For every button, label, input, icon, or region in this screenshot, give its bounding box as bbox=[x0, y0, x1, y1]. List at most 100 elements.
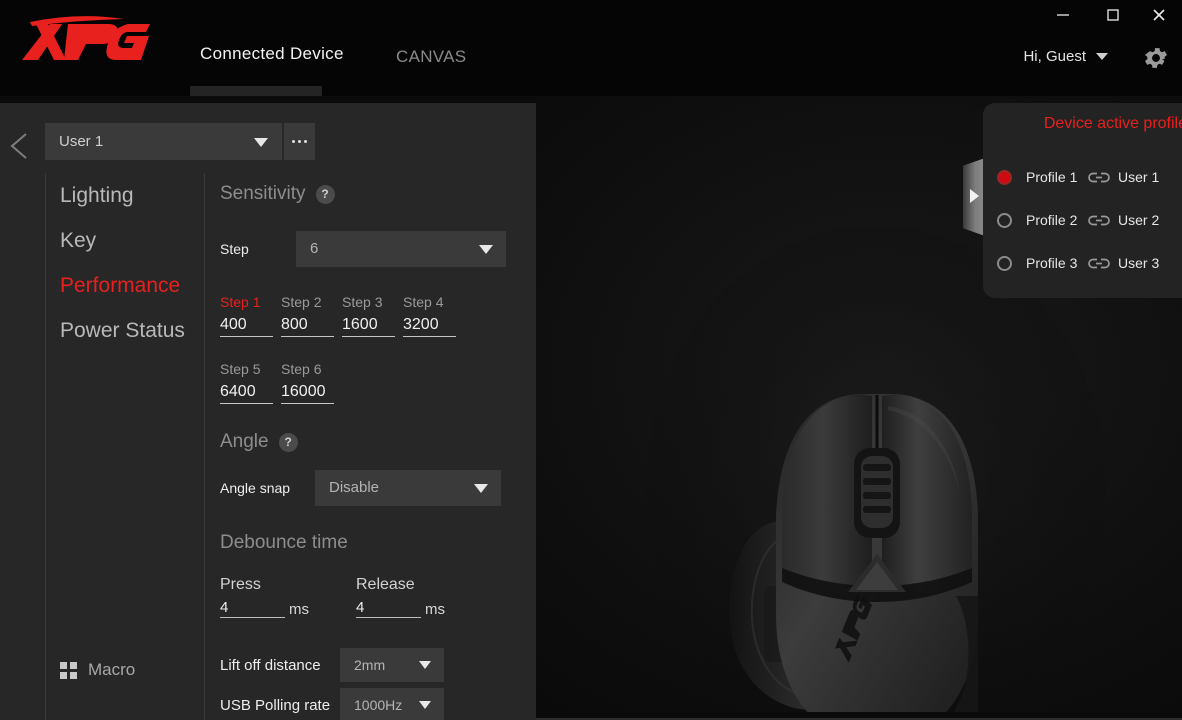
settings-nav: Lighting Key Performance Power Status bbox=[60, 182, 200, 362]
maximize-button[interactable] bbox=[1090, 0, 1136, 30]
radio-profile-3[interactable] bbox=[997, 255, 1012, 271]
gear-icon[interactable] bbox=[1142, 44, 1170, 72]
radio-profile-2[interactable] bbox=[997, 212, 1012, 228]
polling-rate-select[interactable]: 1000Hz bbox=[340, 688, 444, 720]
step-count-value: 6 bbox=[310, 240, 319, 257]
debounce-release-input[interactable]: 4 bbox=[356, 599, 421, 618]
macro-button[interactable]: Macro bbox=[60, 660, 135, 680]
profile-panel-toggle[interactable] bbox=[963, 158, 985, 236]
lift-off-value: 2mm bbox=[354, 657, 386, 673]
profile-select[interactable]: User 1 bbox=[45, 123, 282, 160]
sidebar-item-power-status[interactable]: Power Status bbox=[60, 317, 200, 344]
sidebar-item-lighting[interactable]: Lighting bbox=[60, 182, 200, 209]
lift-off-select[interactable]: 2mm bbox=[340, 648, 444, 682]
chevron-down-icon bbox=[419, 701, 431, 709]
app-window: Connected Device CANVAS Hi, Guest User 1… bbox=[0, 0, 1182, 720]
debounce-release-cell: Release 4 ms bbox=[356, 576, 445, 618]
sidebar-item-key[interactable]: Key bbox=[60, 227, 200, 254]
step-value-6[interactable]: 16000 bbox=[281, 383, 334, 404]
sensitivity-title: Sensitivity bbox=[220, 183, 306, 204]
account-label: Hi, Guest bbox=[1023, 48, 1086, 65]
profile-row-1[interactable]: Profile 1 User 1 bbox=[997, 169, 1182, 185]
polling-rate-value: 1000Hz bbox=[354, 697, 403, 713]
profile-user-2: User 2 bbox=[1118, 212, 1160, 228]
link-icon bbox=[1086, 256, 1112, 271]
xpg-logo bbox=[16, 14, 156, 62]
angle-snap-row: Angle snap Disable bbox=[220, 470, 520, 506]
debounce-press-input[interactable]: 4 bbox=[220, 599, 285, 618]
chevron-down-icon bbox=[254, 138, 268, 147]
question-icon[interactable]: ? bbox=[278, 432, 298, 452]
polling-rate-row: USB Polling rate 1000Hz bbox=[220, 688, 520, 720]
step-cell-3: Step 3 1600 bbox=[342, 294, 403, 337]
profile-user-1: User 1 bbox=[1118, 169, 1160, 185]
profile-bar: User 1 bbox=[45, 123, 315, 160]
step-value-1[interactable]: 400 bbox=[220, 316, 273, 337]
panel-divider-right bbox=[204, 173, 205, 720]
step-label: Step bbox=[220, 241, 249, 257]
sidebar-item-performance[interactable]: Performance bbox=[60, 272, 200, 299]
debounce-release-label: Release bbox=[356, 576, 415, 593]
debounce-release-unit: ms bbox=[425, 601, 445, 618]
link-icon bbox=[1086, 170, 1112, 185]
chevron-down-icon bbox=[1096, 53, 1108, 60]
angle-snap-select[interactable]: Disable bbox=[315, 470, 501, 506]
account-menu[interactable]: Hi, Guest bbox=[1023, 48, 1108, 65]
tab-connected-device[interactable]: Connected Device bbox=[190, 40, 354, 78]
step-name-3: Step 3 bbox=[342, 294, 383, 310]
chevron-down-icon bbox=[474, 484, 488, 493]
polling-rate-label: USB Polling rate bbox=[220, 696, 331, 714]
step-cell-2: Step 2 800 bbox=[281, 294, 342, 337]
question-icon[interactable]: ? bbox=[315, 184, 335, 204]
tab-canvas[interactable]: CANVAS bbox=[386, 43, 476, 81]
ellipsis-icon bbox=[292, 140, 295, 143]
angle-snap-label: Angle snap bbox=[220, 480, 291, 496]
step-value-2[interactable]: 800 bbox=[281, 316, 334, 337]
step-name-6: Step 6 bbox=[281, 361, 322, 377]
title-bar: Connected Device CANVAS Hi, Guest bbox=[0, 0, 1182, 96]
step-count-row: Step 6 bbox=[220, 231, 520, 267]
debounce-press-cell: Press 4 ms bbox=[220, 576, 356, 618]
profile-user-3: User 3 bbox=[1118, 255, 1160, 271]
device-active-profile-panel: Device active profile Profile 1 User 1 P… bbox=[983, 103, 1182, 298]
profile-row-3[interactable]: Profile 3 User 3 bbox=[997, 255, 1182, 271]
chevron-down-icon bbox=[479, 245, 493, 254]
profile-row-2[interactable]: Profile 2 User 2 bbox=[997, 212, 1182, 228]
close-button[interactable] bbox=[1136, 0, 1182, 30]
minimize-button[interactable] bbox=[1040, 0, 1086, 30]
profile-name-3: Profile 3 bbox=[1026, 255, 1078, 271]
back-button[interactable] bbox=[8, 131, 34, 161]
angle-title: Angle bbox=[220, 431, 269, 452]
step-name-1: Step 1 bbox=[220, 294, 261, 310]
debounce-press-unit: ms bbox=[289, 601, 309, 618]
panel-divider-left bbox=[45, 173, 46, 720]
debounce-title: Debounce time bbox=[220, 532, 348, 553]
step-value-3[interactable]: 1600 bbox=[342, 316, 395, 337]
profile-select-value: User 1 bbox=[59, 133, 104, 150]
macro-label: Macro bbox=[88, 660, 136, 679]
lift-off-label: Lift off distance bbox=[220, 656, 321, 674]
lift-off-row: Lift off distance 2mm bbox=[220, 648, 520, 682]
step-cell-5: Step 5 6400 bbox=[220, 361, 281, 404]
step-value-4[interactable]: 3200 bbox=[403, 316, 456, 337]
link-icon bbox=[1086, 213, 1112, 228]
step-name-4: Step 4 bbox=[403, 294, 444, 310]
step-value-5[interactable]: 6400 bbox=[220, 383, 273, 404]
step-cell-4: Step 4 3200 bbox=[403, 294, 464, 337]
step-name-5: Step 5 bbox=[220, 361, 261, 377]
performance-settings: Sensitivity ? Step 6 Step 1 400 Step 2 8… bbox=[220, 183, 520, 720]
debounce-row: Press 4 ms Release 4 ms bbox=[220, 576, 520, 618]
step-cell-6: Step 6 16000 bbox=[281, 361, 342, 404]
grid-icon bbox=[60, 661, 77, 679]
active-tab-indicator bbox=[190, 86, 322, 96]
step-name-2: Step 2 bbox=[281, 294, 322, 310]
radio-profile-1[interactable] bbox=[997, 169, 1012, 185]
device-active-profile-title: Device active profile bbox=[1043, 115, 1182, 132]
step-count-select[interactable]: 6 bbox=[296, 231, 506, 267]
ellipsis-icon bbox=[304, 140, 307, 143]
step-cell-1: Step 1 400 bbox=[220, 294, 281, 337]
profile-more-button[interactable] bbox=[284, 123, 315, 160]
profile-name-1: Profile 1 bbox=[1026, 169, 1078, 185]
step-values-row-1: Step 1 400 Step 2 800 Step 3 1600 Step 4… bbox=[220, 294, 520, 337]
chevron-down-icon bbox=[419, 661, 431, 669]
